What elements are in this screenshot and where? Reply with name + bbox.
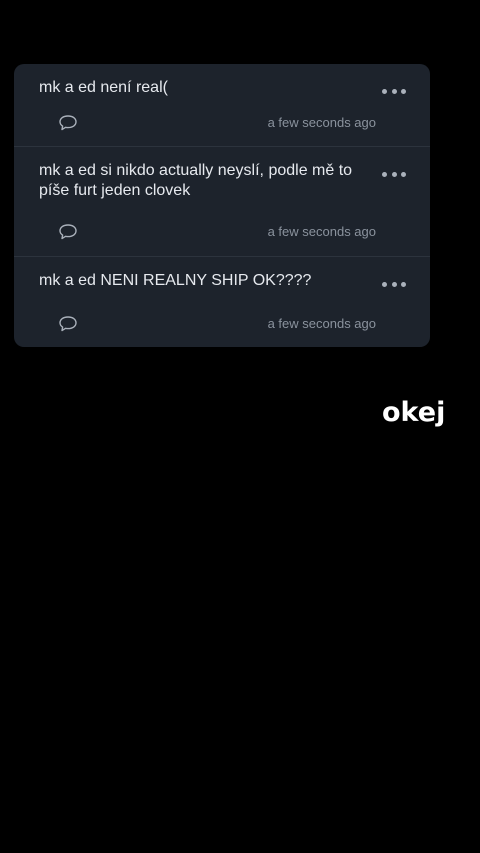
comment-text: mk a ed si nikdo actually neyslí, podle …	[39, 162, 353, 199]
speech-bubble-icon	[59, 224, 77, 240]
reply-button[interactable]	[58, 223, 78, 241]
comment-timestamp: a few seconds ago	[267, 224, 376, 239]
speech-bubble-icon	[59, 316, 77, 332]
comment-text: mk a ed NENI REALNY SHIP OK????	[39, 272, 312, 289]
more-options-button[interactable]	[382, 167, 406, 181]
ellipsis-icon	[382, 281, 387, 287]
more-options-button[interactable]	[382, 84, 406, 98]
more-options-button[interactable]	[382, 277, 406, 291]
comment-timestamp: a few seconds ago	[267, 316, 376, 331]
comment-item: mk a ed NENI REALNY SHIP OK???? a few se…	[14, 257, 430, 347]
reply-button[interactable]	[58, 114, 78, 132]
story-screen: mk a ed není real( a few seconds ago mk …	[0, 0, 480, 853]
ellipsis-icon	[382, 88, 387, 94]
comment-item: mk a ed si nikdo actually neyslí, podle …	[14, 147, 430, 257]
comment-timestamp: a few seconds ago	[267, 115, 376, 130]
ellipsis-icon	[382, 171, 387, 177]
comment-item: mk a ed není real( a few seconds ago	[14, 64, 430, 147]
speech-bubble-icon	[59, 115, 77, 131]
comments-card: mk a ed není real( a few seconds ago mk …	[14, 64, 430, 347]
reply-button[interactable]	[58, 315, 78, 333]
comment-text: mk a ed není real(	[39, 79, 168, 96]
text-sticker[interactable]: okej	[376, 393, 452, 433]
